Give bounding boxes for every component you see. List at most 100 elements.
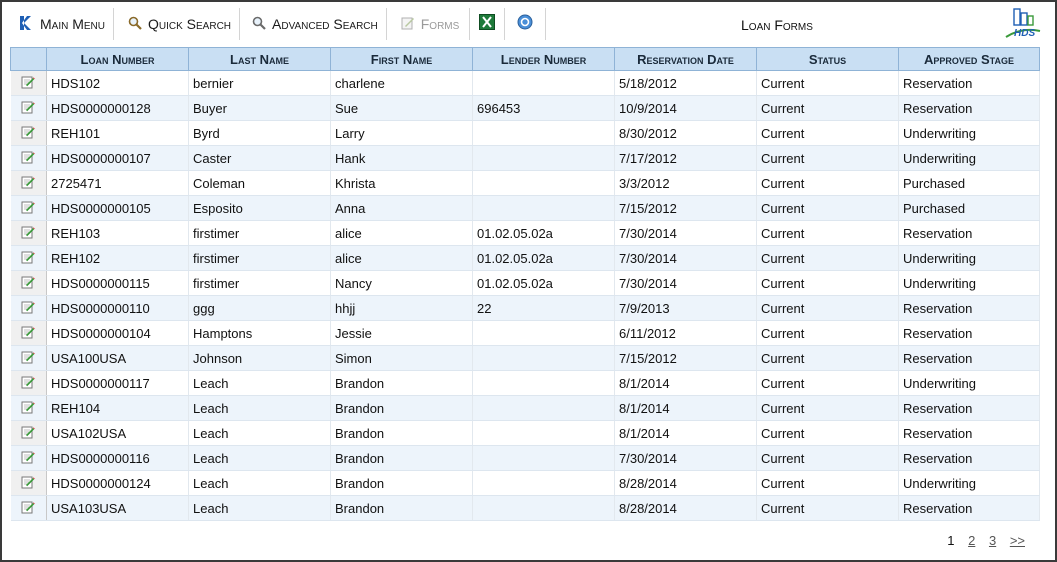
header-loan-number[interactable]: Loan Number bbox=[46, 47, 189, 71]
cell-loan-number: HDS0000000124 bbox=[46, 470, 189, 496]
cell-approved-stage: Underwriting bbox=[898, 145, 1040, 171]
table-row[interactable]: HDS0000000104 Hamptons Jessie 6/11/2012 Curr… bbox=[10, 320, 1040, 346]
table-row[interactable]: REH101 Byrd Larry 8/30/2012 Current Underwrit… bbox=[10, 120, 1040, 146]
cell-approved-stage: Reservation bbox=[898, 445, 1040, 471]
cell-last-name: Leach bbox=[188, 395, 331, 421]
cell-status: Current bbox=[756, 245, 899, 271]
edit-row-button[interactable] bbox=[10, 445, 47, 471]
edit-form-icon bbox=[21, 376, 36, 392]
edit-row-button[interactable] bbox=[10, 120, 47, 146]
cell-approved-stage: Purchased bbox=[898, 195, 1040, 221]
cell-reservation-date: 8/28/2014 bbox=[614, 470, 757, 496]
table-body: HDS102 bernier charlene 5/18/2012 Current Res… bbox=[10, 70, 1040, 521]
edit-form-icon bbox=[21, 101, 36, 117]
edit-row-button[interactable] bbox=[10, 395, 47, 421]
cell-last-name: Leach bbox=[188, 495, 331, 521]
cell-status: Current bbox=[756, 345, 899, 371]
table-row[interactable]: HDS0000000124 Leach Brandon 8/28/2014 Curren… bbox=[10, 470, 1040, 496]
cell-last-name: Coleman bbox=[188, 170, 331, 196]
cell-reservation-date: 7/30/2014 bbox=[614, 245, 757, 271]
table-row[interactable]: HDS0000000116 Leach Brandon 7/30/2014 Curren… bbox=[10, 445, 1040, 471]
cell-approved-stage: Reservation bbox=[898, 345, 1040, 371]
edit-form-icon bbox=[21, 501, 36, 517]
cell-reservation-date: 8/1/2014 bbox=[614, 420, 757, 446]
table-row[interactable]: HDS0000000110 ggg hhjj 22 7/9/2013 Current Res… bbox=[10, 295, 1040, 321]
cell-last-name: firstimer bbox=[188, 270, 331, 296]
edit-row-button[interactable] bbox=[10, 70, 47, 96]
cell-loan-number: HDS0000000110 bbox=[46, 295, 189, 321]
header-status[interactable]: Status bbox=[756, 47, 899, 71]
cell-reservation-date: 8/28/2014 bbox=[614, 495, 757, 521]
main-menu-button[interactable]: Main Menu bbox=[10, 8, 114, 40]
edit-row-button[interactable] bbox=[10, 420, 47, 446]
cell-last-name: Byrd bbox=[188, 120, 331, 146]
edit-row-button[interactable] bbox=[10, 320, 47, 346]
edit-row-button[interactable] bbox=[10, 95, 47, 121]
forms-button[interactable]: Forms bbox=[387, 8, 471, 40]
cell-lender-number: 01.02.05.02a bbox=[472, 270, 615, 296]
table-row[interactable]: REH104 Leach Brandon 8/1/2014 Current Reserva… bbox=[10, 395, 1040, 421]
cell-lender-number bbox=[472, 195, 615, 221]
table-row[interactable]: USA102USA Leach Brandon 8/1/2014 Current Rese… bbox=[10, 420, 1040, 446]
header-lender-number[interactable]: Lender Number bbox=[472, 47, 615, 71]
cell-first-name: Brandon bbox=[330, 370, 473, 396]
table-row[interactable]: REH103 firstimer alice 01.02.05.02a 7/30/201… bbox=[10, 220, 1040, 246]
advanced-search-button[interactable]: Advanced Search bbox=[240, 8, 387, 40]
edit-row-button[interactable] bbox=[10, 495, 47, 521]
cell-approved-stage: Reservation bbox=[898, 320, 1040, 346]
cell-reservation-date: 8/1/2014 bbox=[614, 395, 757, 421]
header-reservation-date[interactable]: Reservation Date bbox=[614, 47, 757, 71]
cell-approved-stage: Reservation bbox=[898, 395, 1040, 421]
table-row[interactable]: HDS102 bernier charlene 5/18/2012 Current Res… bbox=[10, 70, 1040, 96]
header-first-name[interactable]: First Name bbox=[330, 47, 473, 71]
edit-row-button[interactable] bbox=[10, 220, 47, 246]
edit-row-button[interactable] bbox=[10, 170, 47, 196]
cell-first-name: Simon bbox=[330, 345, 473, 371]
cell-lender-number bbox=[472, 320, 615, 346]
page-3-link[interactable]: 3 bbox=[989, 533, 996, 548]
edit-form-icon bbox=[21, 251, 36, 267]
svg-text:HDS: HDS bbox=[1014, 28, 1035, 39]
edit-row-button[interactable] bbox=[10, 470, 47, 496]
cell-first-name: Brandon bbox=[330, 445, 473, 471]
edit-form-icon bbox=[21, 126, 36, 142]
quick-search-button[interactable]: Quick Search bbox=[114, 8, 241, 40]
cell-last-name: Leach bbox=[188, 420, 331, 446]
excel-export-button[interactable] bbox=[470, 8, 506, 40]
edit-row-button[interactable] bbox=[10, 145, 47, 171]
toolbar: Main Menu Quick Search Advanced Search F… bbox=[10, 8, 547, 40]
table-row[interactable]: REH102 firstimer alice 01.02.05.02a 7/30/201… bbox=[10, 245, 1040, 271]
edit-row-button[interactable] bbox=[10, 195, 47, 221]
header-approved-stage[interactable]: Approved Stage bbox=[898, 47, 1040, 71]
advanced-search-label: Advanced Search bbox=[272, 16, 378, 32]
table-row[interactable]: HDS0000000115 firstimer Nancy 01.02.05.02a 7… bbox=[10, 270, 1040, 296]
cell-last-name: ggg bbox=[188, 295, 331, 321]
table-row[interactable]: USA103USA Leach Brandon 8/28/2014 Current Res… bbox=[10, 495, 1040, 521]
table-row[interactable]: HDS0000000107 Caster Hank 7/17/2012 Current U… bbox=[10, 145, 1040, 171]
edit-row-button[interactable] bbox=[10, 270, 47, 296]
table-row[interactable]: USA100USA Johnson Simon 7/15/2012 Current Res… bbox=[10, 345, 1040, 371]
table-row[interactable]: 2725471 Coleman Khrista 3/3/2012 Current Purc… bbox=[10, 170, 1040, 196]
cell-lender-number: 01.02.05.02a bbox=[472, 245, 615, 271]
table-row[interactable]: HDS0000000105 Esposito Anna 7/15/2012 Curren… bbox=[10, 195, 1040, 221]
cell-approved-stage: Reservation bbox=[898, 495, 1040, 521]
table-row[interactable]: HDS0000000128 Buyer Sue 696453 10/9/2014 Curr… bbox=[10, 95, 1040, 121]
cell-reservation-date: 7/17/2012 bbox=[614, 145, 757, 171]
edit-row-button[interactable] bbox=[10, 370, 47, 396]
cell-last-name: Johnson bbox=[188, 345, 331, 371]
table-row[interactable]: HDS0000000117 Leach Brandon 8/1/2014 Current… bbox=[10, 370, 1040, 396]
edit-row-button[interactable] bbox=[10, 245, 47, 271]
page-1-link[interactable]: 1 bbox=[947, 533, 954, 548]
next-pages-link[interactable]: >> bbox=[1010, 533, 1025, 548]
edit-row-button[interactable] bbox=[10, 295, 47, 321]
page-2-link[interactable]: 2 bbox=[968, 533, 975, 548]
edit-form-icon bbox=[401, 16, 415, 33]
edit-row-button[interactable] bbox=[10, 345, 47, 371]
cell-first-name: Brandon bbox=[330, 395, 473, 421]
cell-reservation-date: 8/1/2014 bbox=[614, 370, 757, 396]
help-button[interactable] bbox=[505, 8, 547, 40]
edit-form-icon bbox=[21, 476, 36, 492]
cell-lender-number bbox=[472, 120, 615, 146]
header-last-name[interactable]: Last Name bbox=[188, 47, 331, 71]
header-action bbox=[10, 47, 47, 71]
